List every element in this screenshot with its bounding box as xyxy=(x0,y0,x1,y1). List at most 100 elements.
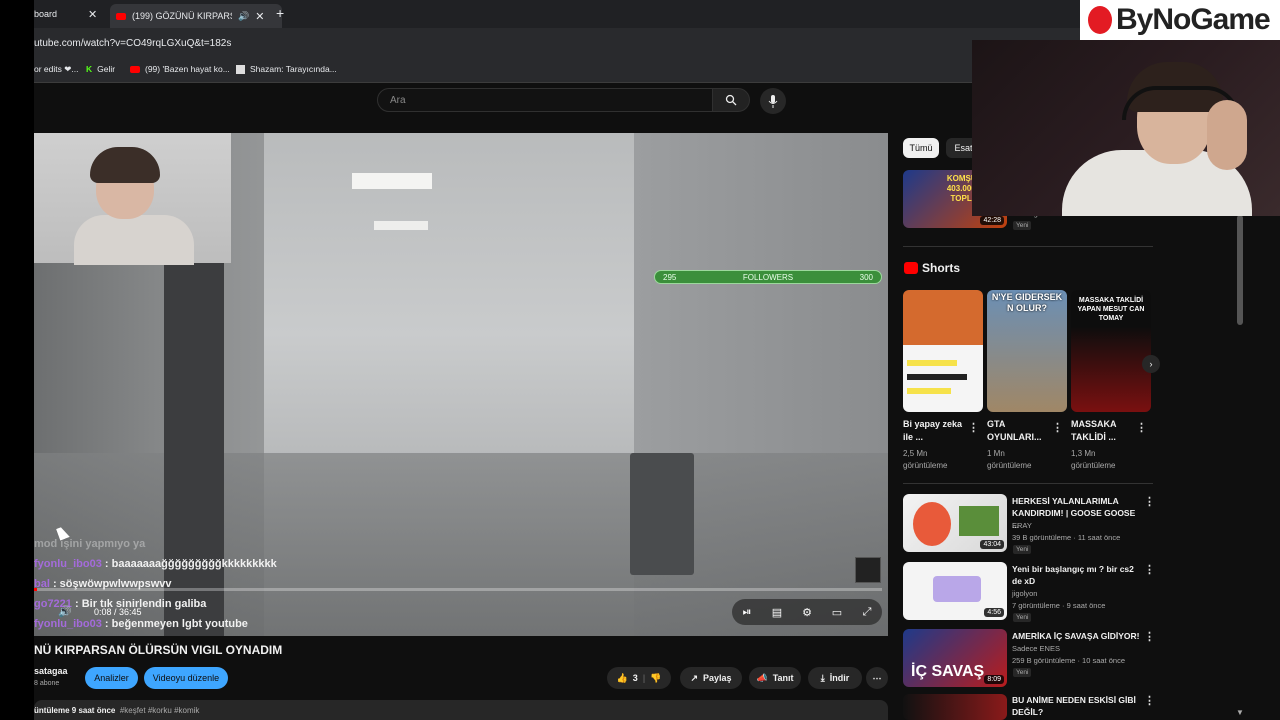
autoplay-toggle-icon[interactable]: ⏯ xyxy=(740,606,754,618)
short-title[interactable]: GTA OYUNLARI... xyxy=(987,418,1057,444)
sidebar-video-channel[interactable]: Sadece ENES xyxy=(1012,643,1060,654)
download-button[interactable]: ⤓ İndir xyxy=(808,667,862,689)
views-count: 2,5 Mn xyxy=(903,449,928,458)
bookmark-item[interactable]: Shazam: Tarayıcında... xyxy=(236,64,337,74)
button-label: Paylaş xyxy=(703,673,732,683)
video-duration: 43:04 xyxy=(980,540,1004,549)
followers-label: FOLLOWERS xyxy=(742,272,794,282)
description-meta: üntüleme 9 saat önce xyxy=(34,706,116,715)
followers-current: 295 xyxy=(663,272,677,282)
shazam-icon xyxy=(236,64,245,74)
bynogame-logo: ByNoGame xyxy=(1080,0,1280,40)
more-actions-button[interactable]: ⋯ xyxy=(866,667,888,689)
short-thumbnail[interactable]: MASSAKA TAKLİDİ YAPAN MESUT CAN TOMAY xyxy=(1071,290,1151,412)
browser-tab-2-active[interactable]: (199) GÖZÜNÜ KIRPARSAN 🔊 ✕ xyxy=(110,4,282,28)
short-title[interactable]: MASSAKA TAKLİDİ ... xyxy=(1071,418,1141,444)
thumbnail-text: İÇ SAVAŞ xyxy=(911,663,985,680)
bynogame-logo-icon xyxy=(1088,6,1112,34)
edit-video-button[interactable]: Videoyu düzenle xyxy=(144,667,228,689)
shorts-heading: Shorts xyxy=(922,261,961,275)
more-vert-icon[interactable]: ⋮ xyxy=(1052,421,1063,434)
bookmark-item[interactable]: K Gelir xyxy=(86,64,115,74)
search-button[interactable] xyxy=(712,88,750,112)
like-icon[interactable]: 👍 xyxy=(617,673,628,684)
more-vert-icon[interactable]: ⋮ xyxy=(1144,563,1155,576)
tab-label: board xyxy=(34,9,58,19)
button-label: Tanıt xyxy=(772,673,794,683)
analytics-button[interactable]: Analizler xyxy=(85,667,138,689)
megaphone-icon: 📣 xyxy=(756,672,768,683)
search-input[interactable]: Ara xyxy=(377,88,713,112)
sidebar-video-thumbnail[interactable] xyxy=(903,694,1007,720)
sidebar-video-channel[interactable]: jigolyon xyxy=(1012,588,1037,599)
video-progress-bar[interactable] xyxy=(34,588,882,591)
subtitles-icon[interactable]: ▤ xyxy=(770,606,784,619)
video-player[interactable]: 295 FOLLOWERS 300 mod işini yapmıyo ya f… xyxy=(34,133,888,636)
promote-button[interactable]: 📣 Tanıt xyxy=(749,667,801,689)
streamer-webcam xyxy=(972,40,1280,216)
settings-gear-icon[interactable]: ⚙ xyxy=(800,606,814,619)
dislike-icon[interactable]: 👎 xyxy=(650,673,661,684)
speaker-icon[interactable]: 🔊 xyxy=(238,11,249,22)
more-vert-icon[interactable]: ⋮ xyxy=(1144,694,1155,707)
chat-text: : baaaaaaağğğğğğğğğkkkkkkkkk xyxy=(101,558,277,570)
more-vert-icon[interactable]: ⋮ xyxy=(1144,495,1155,508)
bookmark-label: Shazam: Tarayıcında... xyxy=(250,64,337,74)
new-tab-icon[interactable]: + xyxy=(276,5,284,21)
share-button[interactable]: ↗ Paylaş xyxy=(680,667,742,689)
bookmark-item[interactable]: (99) 'Bazen hayat ko... xyxy=(130,64,230,74)
divider xyxy=(903,483,1153,484)
description-tags[interactable]: #keşfet #korku #komik xyxy=(120,706,200,715)
more-dots-icon: ⋯ xyxy=(872,672,882,683)
more-vert-icon[interactable]: ⋮ xyxy=(1136,421,1147,434)
sidebar-video-channel[interactable]: ERAY xyxy=(1012,520,1032,531)
voice-search-button[interactable] xyxy=(760,88,786,114)
channel-name[interactable]: satagaa xyxy=(34,666,68,676)
chevron-right-icon[interactable]: › xyxy=(1142,355,1160,373)
more-vert-icon[interactable]: ⋮ xyxy=(1144,630,1155,643)
player-controls: ⏯ ▤ ⚙ ▭ ⤢ xyxy=(732,599,882,625)
more-vert-icon[interactable]: ⋮ xyxy=(968,421,979,434)
followers-goal: 300 xyxy=(859,272,873,282)
views-count: 1,3 Mn xyxy=(1071,449,1096,458)
sidebar-video-meta: 39 B görüntüleme · 11 saat önce xyxy=(1012,533,1121,542)
wall-panel xyxy=(630,453,694,575)
bookmark-label: (99) 'Bazen hayat ko... xyxy=(145,64,230,74)
like-dislike-group: 👍 3 | 👎 xyxy=(607,667,671,689)
sidebar-video-title[interactable]: AMERİKA İÇ SAVAŞA GİDİYOR! xyxy=(1012,630,1148,642)
short-thumbnail[interactable]: N'YE GIDERSEK N OLUR? xyxy=(987,290,1067,412)
sidebar-video-thumbnail[interactable]: 4:56 xyxy=(903,562,1007,620)
channel-watermark[interactable] xyxy=(855,557,881,583)
sidebar-scrollbar[interactable] xyxy=(1237,215,1243,325)
description-box[interactable]: üntüleme 9 saat önce #keşfet #korku #kom… xyxy=(34,700,888,720)
time-display: 0:08 / 36:45 xyxy=(94,607,142,617)
fullscreen-icon[interactable]: ⤢ xyxy=(860,606,874,618)
sidebar-video-thumbnail[interactable]: İÇ SAVAŞ 8:09 xyxy=(903,629,1007,687)
video-title: NÜ KIRPARSAN ÖLÜRSÜN VIGIL OYNADIM xyxy=(34,643,283,657)
chat-user: fyonlu_ibo03 xyxy=(34,558,102,570)
sidebar-video-title[interactable]: BU ANİME NEDEN ESKİSİ GİBİ DEĞİL? xyxy=(1012,694,1142,718)
theater-mode-icon[interactable]: ▭ xyxy=(830,606,844,619)
short-thumbnail[interactable] xyxy=(903,290,983,412)
sidebar-video-thumbnail[interactable]: 43:04 xyxy=(903,494,1007,552)
short-views: 2,5 Mn görüntüleme xyxy=(903,448,947,472)
tab-close-icon[interactable]: ✕ xyxy=(255,10,264,23)
views-count: 1 Mn xyxy=(987,449,1005,458)
bookmark-item[interactable]: or edits ❤... xyxy=(34,64,78,75)
tab-close-icon[interactable]: ✕ xyxy=(88,8,97,21)
views-label: görüntüleme xyxy=(987,461,1032,470)
streamer-hair xyxy=(90,147,160,183)
sidebar-video-title[interactable]: Yeni bir başlangıç mı ? bir cs2 de xD xyxy=(1012,563,1140,587)
volume-icon[interactable]: 🔊 xyxy=(58,605,72,618)
followers-goal-bar: 295 FOLLOWERS 300 xyxy=(654,270,882,284)
chip-all[interactable]: Tümü xyxy=(903,138,939,158)
logo-text: ByNoGame xyxy=(1116,3,1271,36)
ceiling-light xyxy=(352,173,432,189)
scroll-down-arrow-icon[interactable]: ▼ xyxy=(1236,708,1244,717)
webcam-hand xyxy=(1207,100,1247,170)
url-text[interactable]: utube.com/watch?v=CO49rqLGXuQ&t=182s xyxy=(34,38,231,49)
chip-label: Tümü xyxy=(909,143,933,153)
like-count: 3 xyxy=(632,673,638,683)
short-title[interactable]: Bi yapay zeka ile ... xyxy=(903,418,973,444)
streamer-body xyxy=(74,215,194,265)
